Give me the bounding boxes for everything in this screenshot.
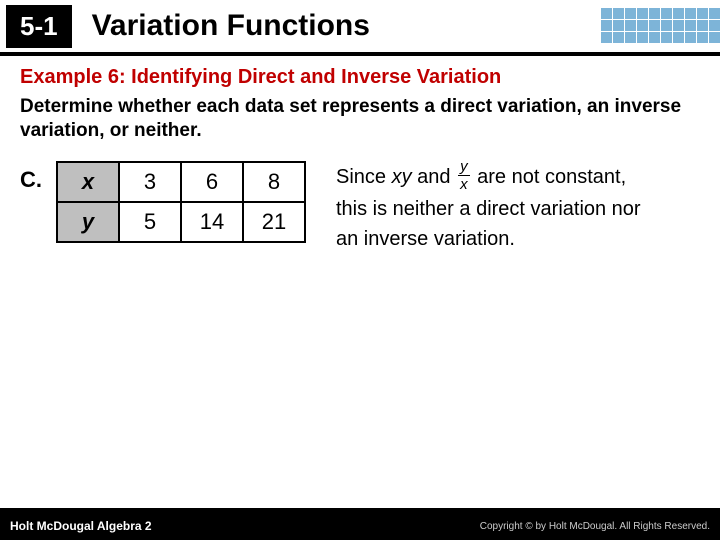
footer-left: Holt McDougal Algebra 2 [10,519,152,533]
explain-xy: xy [392,165,412,187]
table-row: x 3 6 8 [57,162,305,202]
table-cell: 8 [243,162,305,202]
table-cell: 5 [119,202,181,242]
example-title: Example 6: Identifying Direct and Invers… [20,66,700,89]
explain-and: and [412,165,456,187]
table-cell: 21 [243,202,305,242]
problem-row: C. x 3 6 8 y 5 14 21 Since xy and yx are… [20,161,700,254]
explanation-text: Since xy and yx are not constant, this i… [336,161,646,254]
slide-footer: Holt McDougal Algebra 2 Copyright © by H… [0,512,720,540]
table-row: y 5 14 21 [57,202,305,242]
section-number-badge: 5-1 [6,5,72,48]
slide: 5-1 Variation Functions Example 6: Ident… [0,0,720,540]
slide-title: Variation Functions [92,9,370,43]
footer-copyright: Copyright © by Holt McDougal. All Rights… [480,521,710,532]
table-header-y: y [57,202,119,242]
part-label: C. [20,167,42,193]
grid-decoration-icon [601,8,720,43]
table-cell: 6 [181,162,243,202]
table-cell: 14 [181,202,243,242]
explain-pre: Since [336,165,392,187]
problem-prompt: Determine whether each data set represen… [20,95,700,143]
fraction-denominator: x [458,176,470,192]
fraction-numerator: y [458,159,470,176]
slide-header: 5-1 Variation Functions [0,0,720,52]
fraction-y-over-x: yx [458,159,470,192]
table-header-x: x [57,162,119,202]
table-cell: 3 [119,162,181,202]
data-table: x 3 6 8 y 5 14 21 [56,161,306,243]
content-area: Example 6: Identifying Direct and Invers… [0,56,720,254]
